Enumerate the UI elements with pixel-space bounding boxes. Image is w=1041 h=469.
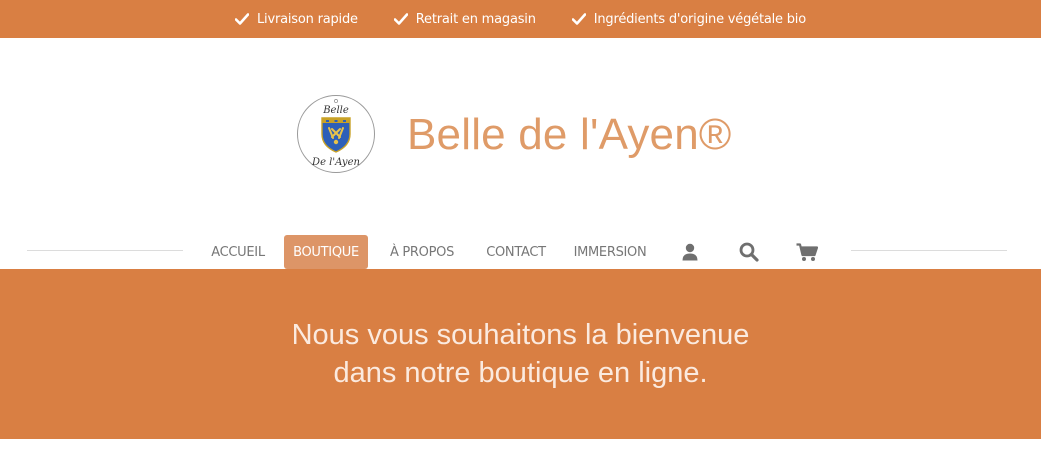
feature-label: Retrait en magasin — [415, 11, 536, 27]
nav-divider-right — [851, 250, 1007, 251]
feature-label: Ingrédients d'origine végétale bio — [593, 11, 806, 27]
check-icon — [393, 13, 408, 25]
nav-divider-left — [27, 250, 183, 251]
feature-fast-delivery: Livraison rapide — [235, 12, 358, 27]
search-button[interactable] — [738, 242, 760, 262]
banner-text-line-2: dans notre boutique en ligne. — [333, 357, 708, 389]
nav-item-a-propos[interactable]: À PROPOS — [383, 235, 461, 269]
brand-logo-icon: Belle De l'Ayen — [297, 95, 375, 173]
nav-item-boutique[interactable]: BOUTIQUE — [284, 235, 368, 269]
nav-item-accueil[interactable]: ACCUEIL — [205, 235, 271, 269]
cart-button[interactable] — [796, 242, 818, 262]
logo-text-top: Belle — [322, 105, 349, 116]
nav-item-contact[interactable]: CONTACT — [481, 235, 551, 269]
welcome-banner: Nous vous souhaitons la bienvenue dans n… — [0, 269, 1041, 439]
banner-text-line-1: Nous vous souhaitons la bienvenue — [291, 319, 750, 351]
brand-logo[interactable]: Belle De l'Ayen — [296, 94, 376, 174]
main-nav: ACCUEIL BOUTIQUE À PROPOS CONTACT IMMERS… — [0, 230, 1041, 270]
logo-text-bottom: De l'Ayen — [311, 157, 360, 168]
topbar: Livraison rapide Retrait en magasin Ingr… — [0, 0, 1041, 38]
feature-label: Livraison rapide — [257, 11, 358, 27]
account-button[interactable] — [679, 242, 701, 262]
check-icon — [571, 13, 586, 25]
cart-icon — [796, 242, 818, 261]
search-icon — [739, 242, 759, 262]
feature-organic-ingredients: Ingrédients d'origine végétale bio — [571, 11, 806, 27]
user-icon — [682, 243, 698, 261]
brand-title[interactable]: Belle de l'Ayen® — [407, 110, 732, 160]
site-header: Belle De l'Ayen Belle de l'Ayen® — [0, 38, 1041, 228]
feature-store-pickup: Retrait en magasin — [393, 11, 536, 27]
check-icon — [235, 13, 249, 25]
nav-item-immersion[interactable]: IMMERSION — [568, 235, 652, 269]
